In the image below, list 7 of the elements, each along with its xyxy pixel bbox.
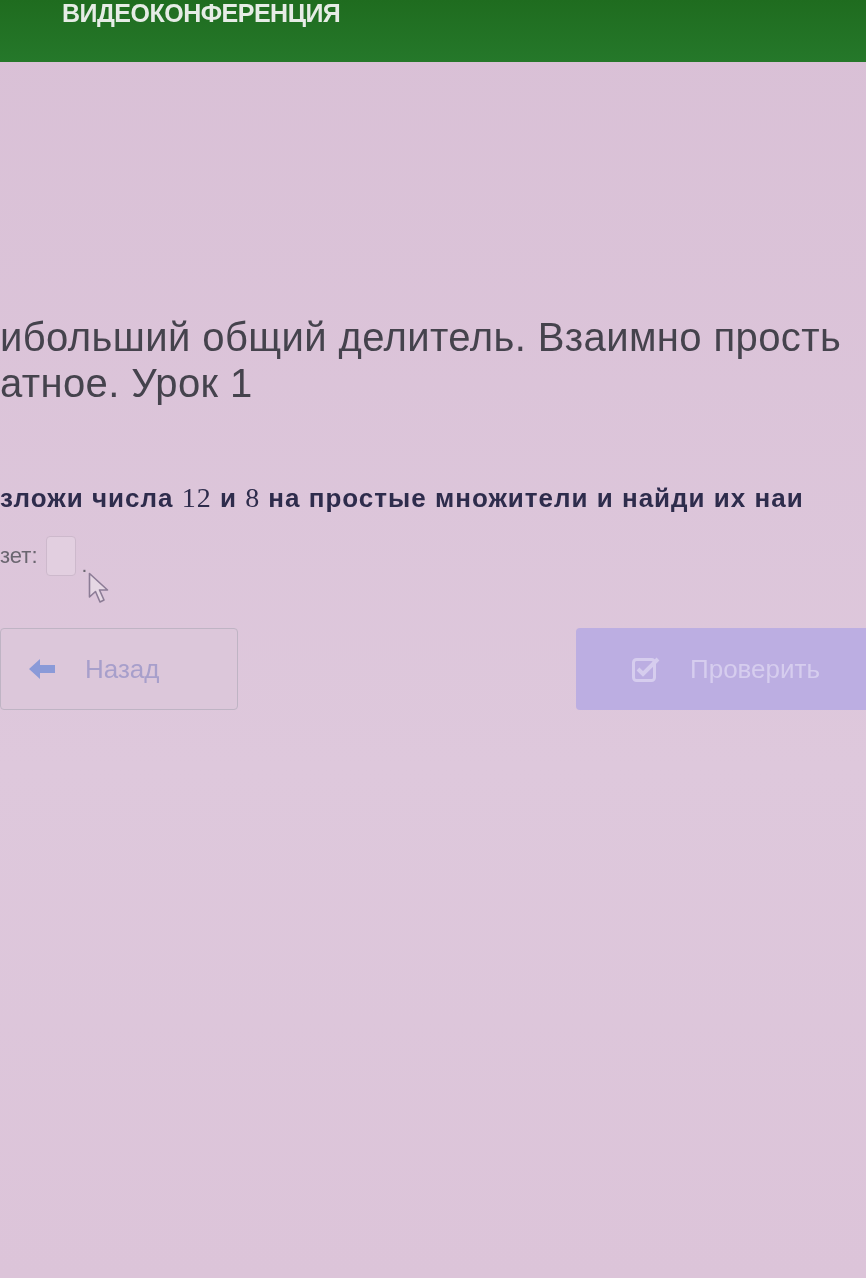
task-text: зложи числа 12 и 8 на простые множители и найди их наи bbox=[0, 482, 805, 514]
answer-label: зет: bbox=[0, 543, 38, 569]
arrow-left-icon bbox=[29, 659, 55, 679]
checkbox-check-icon bbox=[632, 656, 660, 682]
lesson-title: ибольший общий делитель. Взаимно прость атное. Урок 1 bbox=[0, 314, 843, 406]
answer-period: . bbox=[81, 552, 88, 578]
header-title: ВИДЕОКОНФЕРЕНЦИЯ bbox=[62, 0, 341, 27]
